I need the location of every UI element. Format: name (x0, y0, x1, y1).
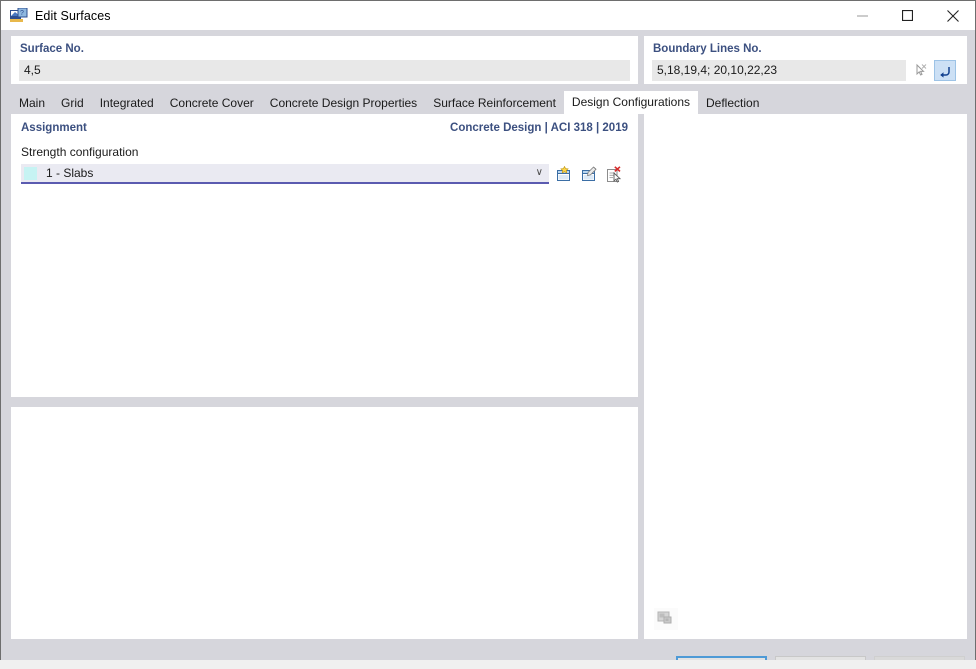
preview-panel (644, 114, 967, 639)
render-preview-button[interactable] (654, 608, 678, 630)
undo-arrow-icon (940, 66, 950, 78)
boundary-lines-row: 5,18,19,4; 20,10,22,23 (652, 60, 959, 81)
edit-configuration-button[interactable] (578, 164, 599, 184)
strength-configuration-value: 1 - Slabs (46, 166, 94, 180)
boundary-lines-input[interactable]: 5,18,19,4; 20,10,22,23 (652, 60, 906, 81)
window-controls (840, 1, 975, 30)
design-standard-label: Concrete Design | ACI 318 | 2019 (450, 122, 628, 134)
background-status-text (14, 660, 19, 666)
surface-no-row: 4,5 (19, 60, 630, 81)
pick-cursor-icon (916, 63, 926, 76)
surface-no-group: Surface No. 4,5 (11, 36, 638, 84)
strength-configuration-row: 1 - Slabs ∨ (11, 159, 638, 184)
edit-item-icon (581, 165, 597, 181)
render-preview-icon (657, 611, 672, 624)
close-icon (946, 9, 959, 22)
assignment-title: Assignment (21, 122, 87, 134)
tab-integrated[interactable]: Integrated (92, 93, 162, 114)
tab-surface-reinforcement[interactable]: Surface Reinforcement (425, 93, 564, 114)
boundary-lines-group: Boundary Lines No. 5,18,19,4; 20,10,22,2… (644, 36, 967, 84)
close-button[interactable] (930, 1, 975, 30)
boundary-pick-button[interactable] (909, 60, 931, 81)
strength-configuration-label: Strength configuration (21, 145, 139, 159)
minimize-button[interactable] (840, 1, 885, 30)
boundary-reset-button[interactable] (934, 60, 956, 81)
title-bar: ? Edit Surfaces (0, 0, 976, 30)
new-configuration-button[interactable] (553, 164, 574, 184)
maximize-icon (902, 10, 913, 21)
svg-text:?: ? (20, 10, 24, 17)
background-status-strip (0, 660, 976, 669)
delete-item-icon (606, 165, 621, 183)
window-title: Edit Surfaces (35, 8, 111, 23)
assignment-panel-header: Assignment Concrete Design | ACI 318 | 2… (11, 114, 638, 134)
strength-configuration-select[interactable]: 1 - Slabs ∨ (21, 164, 549, 184)
chevron-down-icon: ∨ (535, 167, 543, 178)
surface-no-input[interactable]: 4,5 (19, 60, 630, 81)
minimize-icon (857, 15, 868, 17)
dialog-body: Surface No. 4,5 Boundary Lines No. 5,18,… (0, 30, 976, 669)
tab-grid[interactable]: Grid (53, 93, 92, 114)
delete-configuration-button[interactable] (603, 164, 624, 184)
configuration-color-swatch (24, 166, 37, 180)
tab-deflection[interactable]: Deflection (698, 93, 767, 114)
details-panel (11, 407, 638, 639)
surface-no-label: Surface No. (20, 43, 84, 55)
surfaces-icon: ? (10, 7, 28, 24)
tab-concrete-cover[interactable]: Concrete Cover (162, 93, 262, 114)
boundary-lines-label: Boundary Lines No. (653, 43, 762, 55)
new-item-icon (556, 165, 570, 181)
tab-main[interactable]: Main (11, 93, 53, 114)
tab-design-configurations[interactable]: Design Configurations (563, 91, 698, 114)
edit-surfaces-dialog: ? Edit Surfaces Surface No. 4,5 Boundary… (0, 0, 976, 669)
tab-strip: Main Grid Integrated Concrete Cover Conc… (11, 90, 967, 114)
tab-concrete-design-properties[interactable]: Concrete Design Properties (262, 93, 425, 114)
assignment-panel: Assignment Concrete Design | ACI 318 | 2… (11, 114, 638, 397)
maximize-button[interactable] (885, 1, 930, 30)
